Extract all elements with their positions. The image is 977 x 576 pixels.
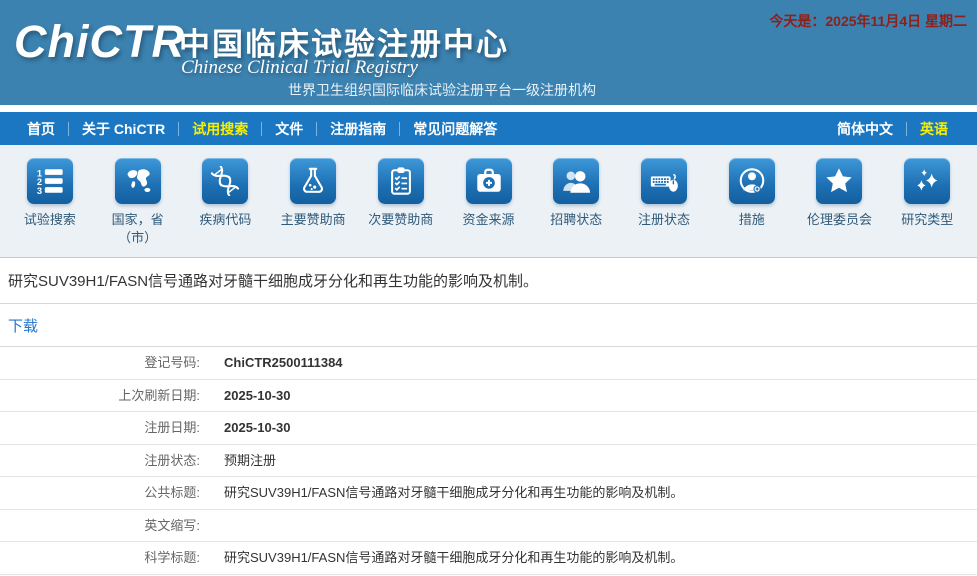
- primary-sponsor-tile[interactable]: [290, 158, 336, 204]
- field-label: 公共标题:: [0, 477, 212, 509]
- field-value: 研究SUV39H1/FASN信号通路对牙髓干细胞成牙分化和再生功能的影响及机制。: [212, 542, 683, 574]
- icon-label[interactable]: 次要赞助商: [357, 211, 445, 229]
- icon-label[interactable]: 资金来源: [445, 211, 533, 229]
- icon-label[interactable]: 国家，省 （市）: [94, 211, 182, 246]
- field-row-registration-number: 登记号码: ChiCTR2500111384: [0, 347, 977, 380]
- recruiting-status-tile[interactable]: [553, 158, 599, 204]
- icon-label[interactable]: 主要赞助商: [269, 211, 357, 229]
- field-label: 科学标题:: [0, 542, 212, 574]
- lang-english[interactable]: 英语: [907, 119, 961, 139]
- icon-label[interactable]: 措施: [708, 211, 796, 229]
- field-value: 2025-10-30: [212, 412, 291, 444]
- field-row-registration-date: 注册日期: 2025-10-30: [0, 412, 977, 445]
- star-icon: [824, 166, 854, 196]
- secondary-sponsor-tile[interactable]: [378, 158, 424, 204]
- lang-simplified-chinese[interactable]: 简体中文: [824, 119, 906, 139]
- nav-item-registration-guide[interactable]: 注册指南: [317, 119, 399, 139]
- search-option-study-type: 研究类型: [883, 158, 971, 257]
- icon-label[interactable]: 试验搜索: [6, 211, 94, 229]
- trial-title: 研究SUV39H1/FASN信号通路对牙髓干细胞成牙分化和再生功能的影响及机制。: [8, 270, 538, 291]
- field-label: 注册状态:: [0, 445, 212, 477]
- field-row-last-refreshed: 上次刷新日期: 2025-10-30: [0, 380, 977, 413]
- field-label: 注册日期:: [0, 412, 212, 444]
- trial-search-tile[interactable]: 1 2 3: [27, 158, 73, 204]
- field-label: 英文缩写:: [0, 510, 212, 542]
- funding-source-tile[interactable]: [466, 158, 512, 204]
- keyboard-mouse-icon: [649, 166, 679, 196]
- site-title-english: Chinese Clinical Trial Registry: [181, 57, 418, 79]
- search-option-trial-search: 1 2 3 试验搜索: [6, 158, 94, 257]
- nav-item-about[interactable]: 关于 ChiCTR: [69, 119, 178, 139]
- field-label: 上次刷新日期:: [0, 380, 212, 412]
- nav-item-documents[interactable]: 文件: [262, 119, 316, 139]
- download-row: 下载: [0, 304, 977, 347]
- main-nav: 首页 关于 ChiCTR 试用搜索 文件 注册指南 常见问题解答 简体中文 英语: [0, 112, 977, 145]
- svg-text:3: 3: [37, 186, 42, 196]
- download-link[interactable]: 下载: [8, 315, 38, 336]
- sparkles-icon: [912, 166, 942, 196]
- search-option-recruiting-status: 招聘状态: [532, 158, 620, 257]
- icon-label[interactable]: 伦理委员会: [796, 211, 884, 229]
- people-icon: [561, 166, 591, 196]
- search-option-ethics-committee: 伦理委员会: [796, 158, 884, 257]
- field-value: 2025-10-30: [212, 380, 291, 412]
- field-label: 登记号码:: [0, 347, 212, 379]
- field-value: ChiCTR2500111384: [212, 347, 343, 379]
- search-option-registration-status: 注册状态: [620, 158, 708, 257]
- search-option-country-province: 国家，省 （市）: [94, 158, 182, 257]
- field-value: 研究SUV39H1/FASN信号通路对牙髓干细胞成牙分化和再生功能的影响及机制。: [212, 477, 683, 509]
- search-option-disease-code: 疾病代码: [181, 158, 269, 257]
- study-type-tile[interactable]: [904, 158, 950, 204]
- medical-bag-icon: [474, 166, 504, 196]
- world-map-icon: [123, 166, 153, 196]
- search-option-primary-sponsor: 主要赞助商: [269, 158, 357, 257]
- registration-status-tile[interactable]: [641, 158, 687, 204]
- trial-detail-table: 登记号码: ChiCTR2500111384 上次刷新日期: 2025-10-3…: [0, 347, 977, 576]
- flask-icon: [298, 166, 328, 196]
- search-option-secondary-sponsor: 次要赞助商: [357, 158, 445, 257]
- field-row-scientific-title: 科学标题: 研究SUV39H1/FASN信号通路对牙髓干细胞成牙分化和再生功能的…: [0, 542, 977, 575]
- ethics-committee-tile[interactable]: [816, 158, 862, 204]
- doctor-icon: [737, 166, 767, 196]
- field-value: [212, 510, 224, 542]
- icon-label[interactable]: 疾病代码: [181, 211, 269, 229]
- chictr-page: 今天是：2025年11月4日 星期二 ChiCTR 中国临床试验注册中心 Chi…: [0, 0, 977, 576]
- clipboard-checklist-icon: [386, 166, 416, 196]
- field-row-english-acronym: 英文缩写:: [0, 510, 977, 543]
- disease-code-tile[interactable]: [202, 158, 248, 204]
- site-header: 今天是：2025年11月4日 星期二 ChiCTR 中国临床试验注册中心 Chi…: [0, 0, 977, 105]
- trial-title-row: 研究SUV39H1/FASN信号通路对牙髓干细胞成牙分化和再生功能的影响及机制。: [0, 258, 977, 304]
- nav-left: 首页 关于 ChiCTR 试用搜索 文件 注册指南 常见问题解答: [0, 119, 510, 139]
- search-option-interventions: 措施: [708, 158, 796, 257]
- field-row-public-title: 公共标题: 研究SUV39H1/FASN信号通路对牙髓干细胞成牙分化和再生功能的…: [0, 477, 977, 510]
- country-province-tile[interactable]: [115, 158, 161, 204]
- nav-item-trial-search[interactable]: 试用搜索: [179, 119, 261, 139]
- header-divider: [0, 105, 977, 112]
- chictr-logo[interactable]: ChiCTR: [14, 16, 185, 68]
- field-row-registration-status: 注册状态: 预期注册: [0, 445, 977, 478]
- search-option-funding-source: 资金来源: [445, 158, 533, 257]
- field-value: 预期注册: [212, 445, 276, 477]
- icon-label[interactable]: 研究类型: [883, 211, 971, 229]
- nav-item-faq[interactable]: 常见问题解答: [400, 119, 510, 139]
- numbered-list-icon: 1 2 3: [35, 166, 65, 196]
- who-registry-line: 世界卫生组织国际临床试验注册平台一级注册机构: [288, 80, 596, 100]
- icon-label[interactable]: 注册状态: [620, 211, 708, 229]
- interventions-tile[interactable]: [729, 158, 775, 204]
- dna-icon: [210, 166, 240, 196]
- nav-item-home[interactable]: 首页: [14, 119, 68, 139]
- today-date: 今天是：2025年11月4日 星期二: [769, 11, 967, 31]
- icon-label[interactable]: 招聘状态: [532, 211, 620, 229]
- search-icon-band: 1 2 3 试验搜索 国家，省 （市）: [0, 145, 977, 258]
- nav-language-switch: 简体中文 英语: [824, 119, 977, 139]
